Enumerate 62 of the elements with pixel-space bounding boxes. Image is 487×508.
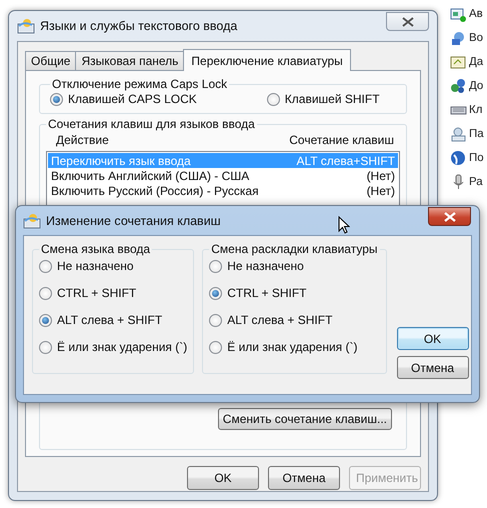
radio-label: CTRL + SHIFT <box>227 286 306 300</box>
dialog-button[interactable]: OK <box>187 466 259 490</box>
app-icon <box>17 18 35 34</box>
list-row[interactable]: Включить Русский (Россия) - Русская (Нет) <box>48 183 398 198</box>
change-shortcut-button[interactable]: Сменить сочетание клавиш... <box>218 408 392 430</box>
panel-link[interactable]: Ра <box>469 176 483 188</box>
tab[interactable]: Языковая панель <box>75 51 184 70</box>
panel-link[interactable]: По <box>469 152 484 164</box>
radio-button[interactable] <box>39 286 52 300</box>
group-title: Отключение режима Caps Lock <box>51 77 228 91</box>
radio-label: Клавишей SHIFT <box>284 92 380 106</box>
radio-label: ALT слева + SHIFT <box>227 313 332 327</box>
dialog-button[interactable]: Отмена <box>396 356 469 379</box>
radio-button[interactable] <box>209 260 222 272</box>
tab[interactable]: Общие <box>25 51 76 70</box>
radio-label: Не назначено <box>57 259 134 273</box>
radio-label: Не назначено <box>227 259 304 273</box>
list-row[interactable]: Включить Английский (США) - США (Нет) <box>48 168 398 183</box>
panel-link[interactable]: Па <box>469 128 484 140</box>
calendar-icon <box>450 54 467 70</box>
dialog-button[interactable]: Отмена <box>268 466 340 490</box>
close-icon <box>402 16 414 26</box>
shortcut-text: (Нет) <box>366 168 395 182</box>
radio-button[interactable] <box>39 314 52 326</box>
radio-label: Ё или знак ударения (`) <box>57 340 188 354</box>
action-text: Переключить язык ввода <box>51 154 191 168</box>
panel-link[interactable]: Ав <box>469 8 483 20</box>
radio-label: CTRL + SHIFT <box>57 286 136 300</box>
window-title: Изменение сочетания клавиш <box>46 214 221 228</box>
close-button[interactable] <box>386 12 429 31</box>
shortcut-text: (Нет) <box>366 184 395 198</box>
group-title: Смена раскладки клавиатуры <box>210 242 379 256</box>
radio-button[interactable] <box>39 260 52 272</box>
user-icon <box>450 126 467 142</box>
shortcut-text: ALT слева+SHIFT <box>296 154 395 168</box>
window-title: Языки и службы текстового ввода <box>40 19 238 33</box>
panel-link[interactable]: До <box>469 80 484 92</box>
radio-label: Ё или знак ударения (`) <box>227 340 358 354</box>
cursor-icon <box>338 216 350 234</box>
close-icon <box>444 212 456 222</box>
app-icon <box>23 212 41 228</box>
action-text: Включить Русский (Россия) - Русская <box>51 184 259 198</box>
radio-button[interactable] <box>266 92 280 106</box>
radio-button[interactable] <box>39 340 52 354</box>
radio-button[interactable] <box>209 314 222 326</box>
panel-link[interactable]: Кл <box>469 104 482 116</box>
column-header: Сочетание клавиш <box>289 133 394 147</box>
panel-link[interactable]: Во <box>469 32 484 44</box>
dialog-button[interactable]: OK <box>396 327 469 350</box>
close-button[interactable] <box>428 207 471 226</box>
action-text: Включить Английский (США) - США <box>51 168 250 182</box>
panel-link[interactable]: Да <box>469 56 484 68</box>
group-title: Сочетания клавиш для языков ввода <box>47 117 256 131</box>
radio-button[interactable] <box>209 340 222 354</box>
tab[interactable]: Переключение клавиатуры <box>183 49 351 71</box>
radio-button[interactable] <box>209 286 222 300</box>
radio-button[interactable] <box>50 92 63 106</box>
group-title: Смена языка ввода <box>40 242 152 256</box>
radio-label: Клавишей CAPS LOCK <box>68 92 197 106</box>
column-header: Действие <box>56 133 109 147</box>
radio-label: ALT слева + SHIFT <box>57 313 162 327</box>
window-icon <box>450 6 467 22</box>
